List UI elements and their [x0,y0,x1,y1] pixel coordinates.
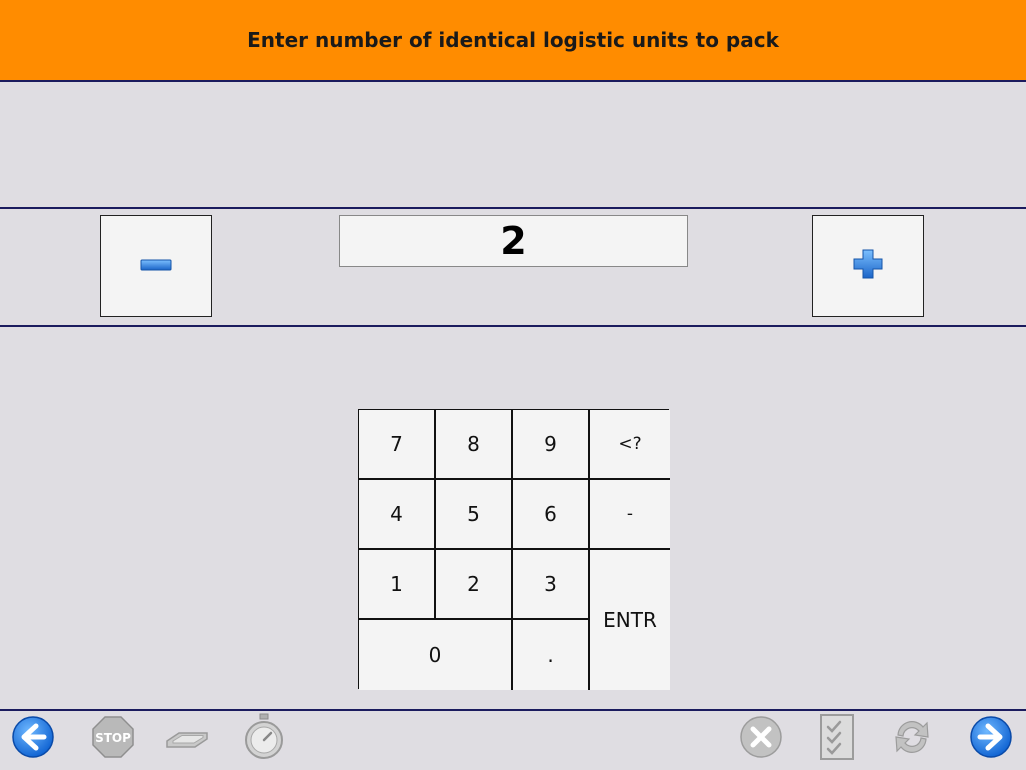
key-1[interactable]: 1 [359,550,436,620]
header-bar: Enter number of identical logistic units… [0,0,1026,82]
numeric-keypad: 7 8 9 <? 4 5 6 - 1 2 3 ENTR 0 . [358,409,670,690]
backspace-key[interactable]: <? [590,410,670,480]
key-5[interactable]: 5 [436,480,513,550]
key-9[interactable]: 9 [513,410,590,480]
stop-button[interactable]: STOP [90,716,136,762]
quantity-field[interactable]: 2 [339,215,688,267]
stop-sign-icon: STOP [91,715,135,763]
divider-bottom [0,325,1026,327]
scanner-button[interactable] [164,716,210,762]
decrement-button[interactable] [100,215,212,317]
decimal-key[interactable]: . [513,620,590,690]
minus-icon [139,257,173,276]
divider-top [0,207,1026,209]
checklist-icon [817,713,857,765]
cancel-button[interactable] [738,716,784,762]
key-2[interactable]: 2 [436,550,513,620]
key-4[interactable]: 4 [359,480,436,550]
plus-icon [851,247,885,285]
key-8[interactable]: 8 [436,410,513,480]
refresh-button[interactable] [889,716,935,762]
page-title: Enter number of identical logistic units… [247,28,779,52]
increment-button[interactable] [812,215,924,317]
back-arrow-icon [11,715,55,763]
scanner-icon [163,715,211,763]
stopwatch-button[interactable] [241,713,287,765]
back-button[interactable] [10,716,56,762]
key-7[interactable]: 7 [359,410,436,480]
key-6[interactable]: 6 [513,480,590,550]
forward-arrow-icon [969,715,1013,763]
refresh-icon [890,715,934,763]
enter-key[interactable]: ENTR [590,550,670,690]
forward-button[interactable] [968,716,1014,762]
key-0[interactable]: 0 [359,620,513,690]
stop-label: STOP [95,731,131,745]
stopwatch-icon [242,713,286,765]
footer-divider [0,709,1026,711]
checklist-button[interactable] [814,713,860,765]
minus-key[interactable]: - [590,480,670,550]
cancel-icon [739,715,783,763]
key-3[interactable]: 3 [513,550,590,620]
